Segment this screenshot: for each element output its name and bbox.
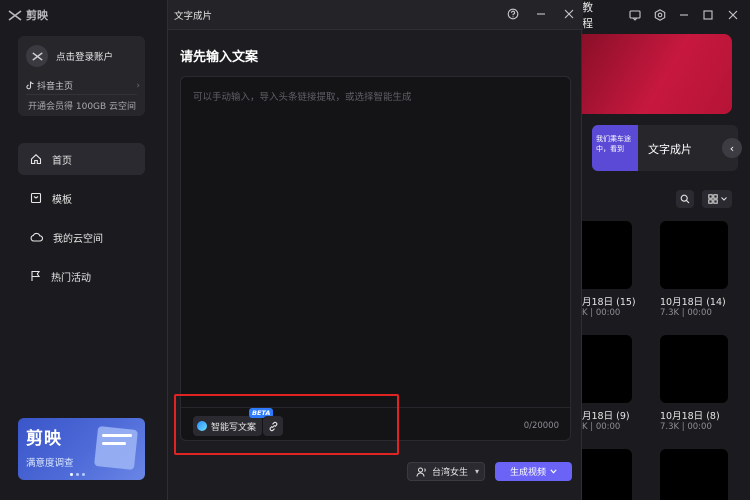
message-icon[interactable]: [628, 7, 642, 23]
chevron-down-icon: [720, 197, 727, 201]
draft-title: 10月18日 (14): [660, 297, 726, 308]
help-icon[interactable]: [505, 6, 521, 22]
banner-title: 剪映: [26, 429, 62, 449]
login-label[interactable]: 点击登录账户: [56, 49, 113, 63]
dialog-prompt: 请先输入文案: [180, 50, 259, 65]
sidebar-item-label: 热门活动: [51, 272, 91, 284]
draft-meta: K | 00:00: [582, 422, 621, 432]
survey-banner[interactable]: 剪映 满意度调查: [18, 418, 145, 480]
pagination-dot[interactable]: [76, 473, 79, 476]
titlebar-controls: 教程: [582, 0, 750, 30]
chevron-down-icon: [550, 469, 557, 474]
banner-subtitle: 满意度调查: [26, 458, 74, 469]
capcut-avatar-icon: [31, 51, 43, 61]
generate-label: 生成视频: [509, 468, 546, 478]
draft-title: 月18日 (15): [582, 297, 636, 308]
chevron-left-icon[interactable]: ‹: [722, 138, 742, 158]
draft-thumbnail[interactable]: [660, 221, 728, 289]
flag-icon: [31, 270, 41, 281]
dialog-controls: [505, 6, 577, 22]
sidebar-item-label: 模板: [52, 194, 72, 206]
search-icon: [680, 194, 690, 204]
dialog-header: 文字成片: [168, 0, 583, 30]
sidebar-item-label: 我的云空间: [53, 233, 103, 245]
maximize-icon[interactable]: [701, 7, 715, 23]
feature-label: 文字成片: [648, 143, 692, 156]
vip-promo[interactable]: 开通会员得 100GB 云空间: [28, 99, 136, 112]
draft-thumbnail[interactable]: [582, 449, 632, 500]
draft-thumbnail[interactable]: [660, 449, 728, 500]
view-mode-button[interactable]: [702, 190, 732, 208]
draft-title: 10月18日 (8): [660, 411, 720, 422]
survey-card-icon: [94, 426, 138, 470]
sidebar-item-cloud[interactable]: 我的云空间: [18, 221, 145, 253]
capcut-logo-icon: [8, 9, 22, 21]
tutorial-link[interactable]: 教程: [582, 0, 602, 31]
draft-thumbnail[interactable]: [582, 335, 632, 403]
search-button[interactable]: [676, 190, 694, 208]
annotation-highlight-box: [174, 394, 399, 455]
account-card[interactable]: 点击登录账户 抖音主页 › 开通会员得 100GB 云空间: [18, 36, 145, 116]
dialog-close-icon[interactable]: [561, 6, 577, 22]
script-editor: 智能写文案 BETA 0/20000: [180, 76, 571, 441]
chevron-down-icon: ▾: [474, 467, 479, 476]
feature-thumbnail: 我们乘车途中，看到: [592, 125, 638, 171]
hero-banner[interactable]: [582, 34, 732, 114]
sidebar-item-templates[interactable]: 模板: [18, 182, 145, 214]
dialog-title: 文字成片: [174, 11, 213, 22]
account-login-row[interactable]: 点击登录账户: [26, 45, 113, 67]
banner-pagination[interactable]: [70, 473, 85, 476]
draft-meta: 7.3K | 00:00: [660, 308, 712, 318]
draft-thumbnail[interactable]: [582, 221, 632, 289]
app-logo: 剪映: [8, 7, 48, 23]
pagination-dot[interactable]: [70, 473, 73, 476]
survey-card-line: [102, 434, 132, 437]
voice-label: 台湾女生: [432, 468, 469, 478]
close-icon[interactable]: [726, 7, 740, 23]
home-icon: [30, 154, 42, 165]
cloud-icon: [30, 232, 43, 242]
text-to-video-dialog: 文字成片 请先输入文案 智能写文案 BETA 0/20000: [167, 0, 583, 500]
draft-meta: 7.3K | 00:00: [660, 422, 712, 432]
sidebar-nav: 首页 模板 我的云空间 热门活动: [18, 143, 145, 299]
feature-card-text-to-video[interactable]: 我们乘车途中，看到 文字成片 ‹: [592, 125, 742, 171]
grid-view-icon: [707, 194, 718, 204]
grid-toolbar: [676, 190, 732, 208]
avatar[interactable]: [26, 45, 48, 67]
generate-video-button[interactable]: 生成视频: [495, 462, 572, 481]
draft-thumbnail[interactable]: [660, 335, 728, 403]
app-logo-text: 剪映: [26, 9, 48, 22]
settings-icon[interactable]: [652, 7, 666, 23]
minimize-icon[interactable]: [677, 7, 691, 23]
draft-meta: K | 00:00: [582, 308, 621, 318]
sidebar-item-home[interactable]: 首页: [18, 143, 145, 175]
character-counter: 0/20000: [523, 421, 559, 431]
douyin-icon: [26, 81, 34, 90]
sidebar-item-label: 首页: [52, 155, 72, 167]
sidebar-item-events[interactable]: 热门活动: [18, 260, 145, 292]
douyin-home-link[interactable]: 抖音主页 ›: [26, 79, 140, 92]
voice-select[interactable]: 台湾女生 ▾: [407, 462, 485, 481]
chevron-right-icon: ›: [136, 80, 140, 91]
draft-title: 月18日 (9): [582, 411, 630, 422]
template-icon: [30, 192, 42, 204]
survey-card-line: [102, 442, 126, 445]
dialog-minimize-icon[interactable]: [533, 6, 549, 22]
pagination-dot[interactable]: [82, 473, 85, 476]
account-divider: [26, 94, 137, 95]
script-input[interactable]: [182, 78, 569, 402]
voice-person-icon: [416, 467, 426, 477]
douyin-label: 抖音主页: [37, 82, 74, 92]
